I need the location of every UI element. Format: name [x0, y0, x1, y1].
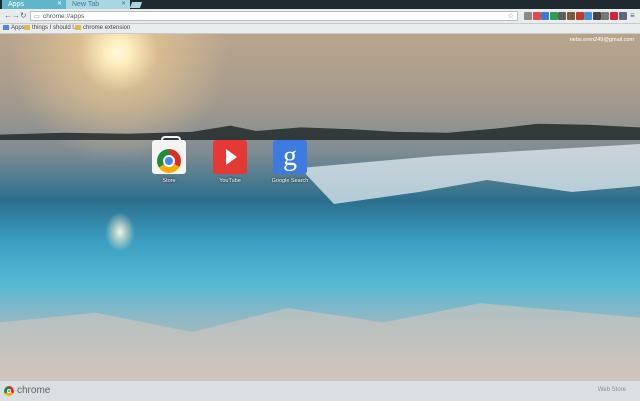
- app-store[interactable]: Store: [142, 136, 196, 184]
- web-store-link[interactable]: Web Store: [598, 387, 626, 393]
- chrome-brand: chrome: [17, 385, 51, 396]
- chrome-logo-icon: [4, 386, 14, 396]
- app-youtube[interactable]: YouTube: [203, 140, 257, 184]
- tab-title: New Tab: [72, 1, 100, 8]
- tab-new-tab[interactable]: New Tab ✕: [66, 0, 130, 9]
- chrome-web-store-icon: [152, 136, 186, 174]
- bookmarks-bar: Apps things I should l... chrome extensi…: [0, 24, 640, 34]
- wallpaper-terrace: [300, 144, 640, 204]
- extension-icon-11[interactable]: [610, 12, 618, 20]
- extension-icon-7[interactable]: [575, 12, 584, 20]
- close-icon[interactable]: ✕: [121, 0, 126, 9]
- wallpaper-sun-reflection: [105, 212, 135, 252]
- extension-icon-8[interactable]: [584, 12, 593, 20]
- bookmark-folder-things[interactable]: things I should l...: [24, 24, 79, 33]
- user-email[interactable]: nebs.eren249@gmail.com: [570, 37, 634, 43]
- tab-title: Apps: [8, 1, 24, 8]
- new-tab-button[interactable]: [129, 2, 143, 8]
- bookmark-apps[interactable]: Apps: [3, 24, 25, 33]
- app-label: Store: [162, 178, 176, 184]
- youtube-icon: [213, 140, 247, 174]
- extension-icon-6[interactable]: [567, 12, 575, 20]
- app-google-search[interactable]: g Google Search: [263, 140, 317, 184]
- bookmark-star-icon[interactable]: ☆: [508, 12, 514, 20]
- tab-strip: Apps ✕ New Tab ✕: [0, 0, 640, 9]
- tab-apps[interactable]: Apps ✕: [2, 0, 66, 9]
- apps-page: nebs.eren249@gmail.com Store YouTube g G…: [0, 34, 640, 380]
- app-label: Google Search: [271, 178, 309, 184]
- forward-arrow-icon[interactable]: →: [12, 11, 20, 21]
- back-arrow-icon[interactable]: ←: [4, 11, 12, 21]
- address-input[interactable]: [43, 12, 493, 20]
- bookmark-folder-chrome-extension[interactable]: chrome extension: [75, 24, 130, 33]
- apps-footer: chrome Web Store: [0, 380, 640, 401]
- extension-icon-4[interactable]: [549, 12, 558, 20]
- reload-icon[interactable]: ↻: [20, 11, 27, 21]
- omnibox[interactable]: ▭ ☆: [30, 11, 518, 21]
- menu-icon[interactable]: ≡: [630, 11, 635, 20]
- extension-icon-5[interactable]: [558, 12, 567, 20]
- extension-icon-1[interactable]: [524, 12, 532, 20]
- close-icon[interactable]: ✕: [57, 0, 62, 9]
- wallpaper-terrace: [0, 303, 640, 380]
- extension-icon-12[interactable]: [618, 12, 627, 20]
- apps-grid-icon: [3, 25, 9, 30]
- page-icon: ▭: [34, 14, 40, 20]
- extension-icon-3[interactable]: [541, 12, 550, 20]
- folder-icon: [24, 25, 30, 30]
- app-label: YouTube: [219, 178, 241, 184]
- toolbar: ← → ↻ ▭ ☆ ≡: [0, 9, 640, 24]
- extension-icon-9[interactable]: [592, 12, 601, 20]
- extension-icon-10[interactable]: [601, 12, 610, 20]
- folder-icon: [75, 25, 81, 30]
- extension-icon-2[interactable]: [532, 12, 541, 20]
- google-search-icon: g: [273, 140, 307, 174]
- wallpaper-horizon: [0, 123, 640, 140]
